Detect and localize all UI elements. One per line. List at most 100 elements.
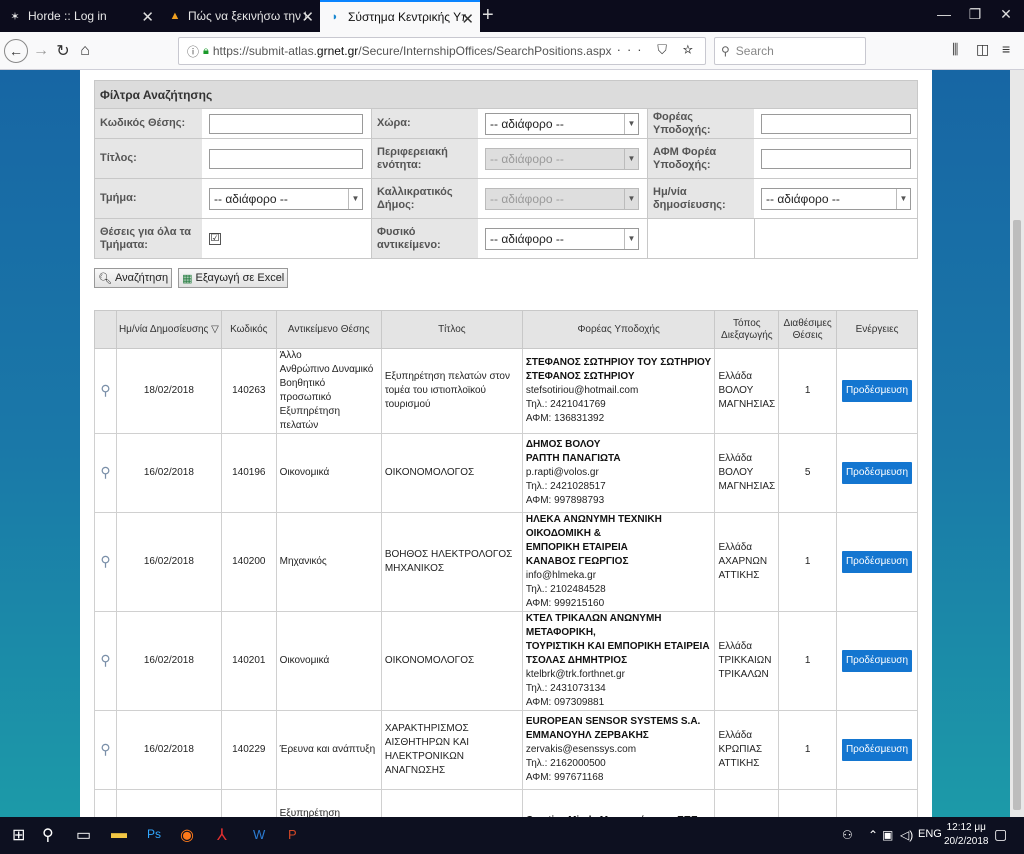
search-icon[interactable]: ⚲: [42, 825, 54, 845]
close-icon[interactable]: ✕: [301, 8, 314, 26]
scrollbar-thumb[interactable]: [1013, 220, 1021, 810]
sidebar-icon[interactable]: ◫: [976, 41, 989, 58]
browser-tab-bar: ✶ Horde :: Log in ✕ ▲ Πώς να ξεκινήσω τη…: [0, 0, 1024, 32]
back-icon[interactable]: ←: [4, 39, 28, 63]
cell-title: ΧΑΡΑΚΤΗΡΙΣΜΟΣ ΑΙΣΘΗΤΗΡΩΝ ΚΑΙ ΗΛΕΚΤΡΟΝΙΚΩ…: [380, 710, 523, 790]
cell-subject: Έρευνα και ανάπτυξη: [275, 710, 382, 790]
firefox-icon[interactable]: ◉: [180, 825, 194, 845]
search-button[interactable]: 🔍︎ Αναζήτηση: [94, 268, 173, 288]
prebook-button[interactable]: Προδέσμευση: [841, 462, 913, 484]
region-label: Περιφερειακή ενότητα:: [371, 139, 478, 178]
file-explorer-icon[interactable]: ▬: [111, 825, 127, 843]
cell-actions: Προδέσμευση: [836, 611, 918, 711]
menu-icon[interactable]: ≡: [1002, 41, 1010, 57]
tab-practical-guide[interactable]: ▲ Πώς να ξεκινήσω την Πρακτική ✕: [160, 0, 320, 32]
all-departments-label: Θέσεις για όλα τα Τμήματα:: [95, 219, 202, 258]
search-icon: 🔍︎: [98, 272, 112, 285]
magnifier-icon[interactable]: ⚲: [100, 382, 110, 398]
search-input[interactable]: ⚲ Search: [714, 37, 866, 65]
url-bar[interactable]: ⓘ 🔒︎ https://submit-atlas.grnet.gr/Secur…: [178, 37, 706, 65]
task-view-icon[interactable]: ▭: [76, 825, 91, 845]
results-table: Ημ/νία Δημοσίευσης ▽ Κωδικός Αντικείμενο…: [94, 310, 918, 817]
notifications-icon[interactable]: ▢: [994, 826, 1007, 843]
view-details-cell: ⚲: [94, 348, 117, 434]
header-subject[interactable]: Αντικείμενο Θέσης: [275, 310, 382, 349]
window-close-icon[interactable]: ✕: [996, 6, 1016, 23]
clock[interactable]: 12:12 μμ 20/2/2018: [944, 821, 989, 849]
magnifier-icon[interactable]: ⚲: [100, 553, 110, 569]
restore-icon[interactable]: ❐: [965, 6, 985, 23]
department-label: Τμήμα:: [95, 179, 202, 218]
cell-host: EUROPEAN SENSOR SYSTEMS S.A. ΕΜΜΑΝΟΥΗΛ ΖΕ…: [521, 710, 716, 790]
acrobat-icon[interactable]: ⅄: [217, 825, 227, 845]
chevron-down-icon: ▼: [896, 188, 910, 209]
title-input[interactable]: [209, 148, 363, 169]
cell-title: Τεχνικός Δικτύων και Η/Υ: [380, 789, 523, 817]
powerpoint-icon[interactable]: P: [288, 827, 297, 842]
position-code-input[interactable]: [209, 113, 363, 134]
prebook-button[interactable]: Προδέσμευση: [841, 739, 913, 761]
magnifier-icon[interactable]: ⚲: [100, 464, 110, 480]
host-input[interactable]: [761, 113, 911, 134]
sort-icon[interactable]: ▽: [211, 324, 219, 335]
lock-icon: 🔒︎: [203, 44, 209, 57]
magnifier-icon[interactable]: ⚲: [100, 652, 110, 668]
cell-place: Ελλάδα ΑΧΑΡΝΩΝ ΑΤΤΙΚΗΣ: [714, 512, 780, 612]
tab-atlas-system[interactable]: ◗ Σύστημα Κεντρικής Υποστήριξης ✕: [320, 0, 480, 32]
tray-chevron-icon[interactable]: ⌃: [868, 828, 878, 842]
country-select[interactable]: -- αδιάφορο -- ▼: [485, 112, 639, 135]
tab-horde[interactable]: ✶ Horde :: Log in ✕: [0, 0, 160, 32]
chevron-down-icon: ▼: [624, 113, 638, 134]
page-actions-icon[interactable]: ··· ⛉ ☆: [617, 42, 699, 58]
header-code[interactable]: Κωδικός: [220, 310, 277, 349]
header-title[interactable]: Τίτλος: [380, 310, 523, 349]
table-row: ⚲ 16/02/2018 140200 Μηχανικός ΒΟΗΘΟΣ ΗΛΕΚΤΡΟ…: [94, 512, 918, 612]
table-header-row: Ημ/νία Δημοσίευσης ▽ Κωδικός Αντικείμενο…: [94, 310, 918, 349]
pubdate-select[interactable]: -- αδιάφορο -- ▼: [761, 187, 911, 210]
cell-place: ΕλλάδαΓΛΥΦΑΔΑΣ: [714, 789, 780, 817]
header-host[interactable]: Φορέας Υποδοχής: [521, 310, 716, 349]
language-indicator[interactable]: ENG: [918, 828, 942, 840]
header-place[interactable]: Τόπος Διεξαγωγής: [714, 310, 780, 349]
cell-actions: Προδέσμευση: [836, 433, 918, 513]
close-icon[interactable]: ✕: [461, 10, 474, 28]
table-row: ⚲ 16/02/2018 140201 Οικονομικά ΟΙΚΟΝΟΜΟΛΟΓΟΣ…: [94, 611, 918, 711]
host-afm-input[interactable]: [761, 148, 911, 169]
subject-select[interactable]: -- αδιάφορο -- ▼: [485, 227, 639, 250]
cell-subject: Άλλο Ανθρώπινο Δυναμικό Βοηθητικό προσωπικ…: [275, 348, 382, 434]
word-icon[interactable]: W: [253, 827, 265, 842]
photoshop-icon[interactable]: Ps: [147, 827, 161, 841]
info-icon[interactable]: ⓘ: [183, 43, 203, 60]
home-icon[interactable]: ⌂: [74, 40, 96, 62]
volume-icon[interactable]: ◁): [900, 828, 913, 842]
magnifier-icon[interactable]: ⚲: [100, 741, 110, 757]
prebook-button[interactable]: Προδέσμευση: [841, 551, 913, 573]
view-details-cell: ⚲: [94, 433, 117, 513]
export-excel-button[interactable]: ▦ Εξαγωγή σε Excel: [178, 268, 289, 288]
prebook-button[interactable]: Προδέσμευση: [841, 650, 913, 672]
header-date[interactable]: Ημ/νία Δημοσίευσης ▽: [115, 310, 222, 349]
windows-start-icon[interactable]: ⊞: [12, 825, 25, 845]
people-icon[interactable]: ⚇: [842, 828, 853, 842]
table-row: ⚲ 16/02/2018 140196 Οικονομικά ΟΙΚΟΝΟΜΟΛΟΓΟΣ…: [94, 433, 918, 513]
all-departments-checkbox[interactable]: ☑: [209, 232, 221, 245]
cell-title: ΟΙΚΟΝΟΜΟΛΟΓΟΣ: [380, 611, 523, 711]
host-afm-label: ΑΦΜ Φορέα Υποδοχής:: [647, 139, 754, 178]
library-icon[interactable]: ⫼: [952, 41, 958, 58]
country-label: Χώρα:: [371, 109, 478, 138]
region-select: -- αδιάφορο -- ▼: [485, 147, 639, 170]
network-icon[interactable]: ▣: [882, 828, 893, 842]
empty-cell: [647, 219, 754, 258]
new-tab-icon[interactable]: +: [482, 4, 494, 27]
minimize-icon[interactable]: —: [934, 6, 954, 22]
horde-icon: ✶: [10, 10, 20, 23]
reload-icon[interactable]: ↻: [52, 40, 74, 62]
forward-icon[interactable]: →: [30, 40, 52, 62]
windows-taskbar: ⊞ ⚲ ▭ ▬ Ps ◉ ⅄ W P ⚇ ⌃ ▣ ◁) ENG 12:12 μμ…: [0, 817, 1024, 854]
cell-available: 1: [778, 789, 838, 817]
department-select[interactable]: -- αδιάφορο -- ▼: [209, 187, 363, 210]
prebook-button[interactable]: Προδέσμευση: [841, 380, 913, 402]
close-icon[interactable]: ✕: [141, 8, 154, 26]
header-available[interactable]: Διαθέσιμες Θέσεις: [778, 310, 838, 349]
cell-host: ΚΤΕΛ ΤΡΙΚΑΛΩΝ ΑΝΩΝΥΜΗ ΜΕΤΑΦΟΡΙΚΗ, ΤΟΥΡΙΣΤ…: [521, 611, 716, 711]
